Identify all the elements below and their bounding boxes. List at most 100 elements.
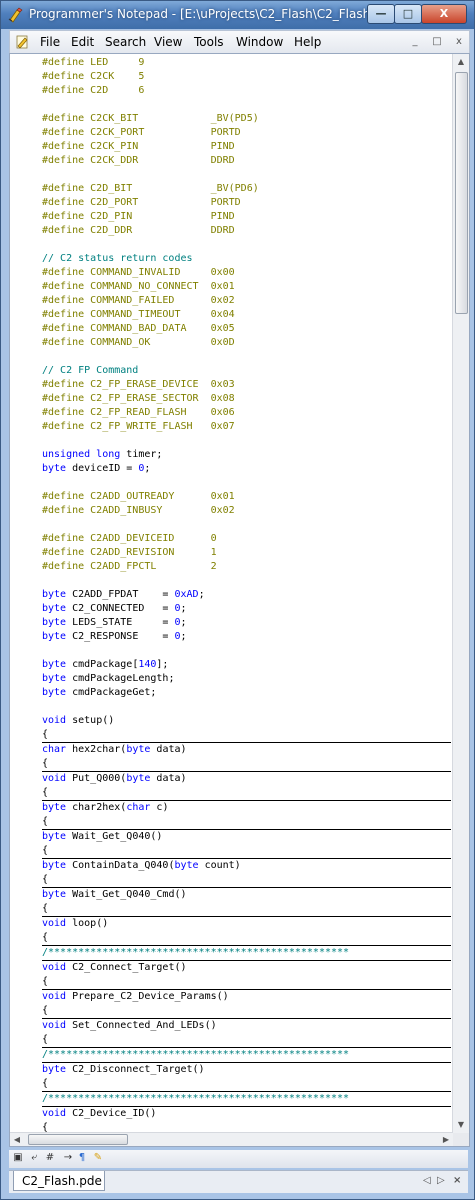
code-line[interactable] — [42, 238, 451, 252]
code-line[interactable] — [42, 350, 451, 364]
title-bar[interactable]: Programmer's Notepad - [E:\uProjects\C2_… — [1, 1, 474, 29]
code-line[interactable]: byte C2_Disconnect_Target() — [42, 1063, 451, 1077]
code-line[interactable]: #define C2CK_DDR DDRD — [42, 154, 451, 168]
horizontal-scrollbar[interactable]: ◀ ▶ — [10, 1132, 453, 1146]
code-line[interactable] — [42, 476, 451, 490]
tab-next-icon[interactable]: ▷ — [437, 1175, 445, 1186]
tab-c2-flash[interactable]: C2_Flash.pde — [13, 1171, 105, 1191]
code-line[interactable]: void C2_Connect_Target() — [42, 961, 451, 975]
code-line[interactable]: #define C2ADD_FPCTL 2 — [42, 560, 451, 574]
code-line[interactable]: #define C2D_DDR DDRD — [42, 224, 451, 238]
mdi-minimize-icon[interactable]: _ — [406, 34, 424, 49]
code-line[interactable]: void Prepare_C2_Device_Params() — [42, 990, 451, 1004]
vertical-scrollbar[interactable]: ▲ ▼ — [452, 54, 469, 1133]
code-line[interactable]: byte char2hex(char c) — [42, 801, 451, 815]
pilcrow-icon[interactable]: ¶ — [75, 1151, 89, 1165]
code-line[interactable]: #define C2ADD_INBUSY 0x02 — [42, 504, 451, 518]
code-line[interactable]: +{ — [42, 873, 451, 888]
code-line[interactable]: #define COMMAND_INVALID 0x00 — [42, 266, 451, 280]
code-line[interactable]: #define C2D_BIT _BV(PD6) — [42, 182, 451, 196]
bookmark-icon[interactable]: ⤶ — [27, 1151, 41, 1165]
code-line[interactable]: #define COMMAND_NO_CONNECT 0x01 — [42, 280, 451, 294]
code-line[interactable]: byte C2_CONNECTED = 0; — [42, 602, 451, 616]
hash-icon[interactable]: # — [43, 1151, 57, 1165]
code-line[interactable]: #define C2D 6 — [42, 84, 451, 98]
tab-close-icon[interactable]: × — [453, 1175, 461, 1186]
code-line[interactable]: #define C2_FP_READ_FLASH 0x06 — [42, 406, 451, 420]
scroll-down-icon[interactable]: ▼ — [453, 1117, 469, 1133]
code-line[interactable]: #define C2ADD_DEVICEID 0 — [42, 532, 451, 546]
mdi-restore-icon[interactable]: □ — [428, 34, 446, 49]
mdi-close-icon[interactable]: x — [450, 34, 468, 49]
code-line[interactable]: +{ — [42, 931, 451, 946]
code-line[interactable] — [42, 98, 451, 112]
code-line[interactable]: #define C2D_PIN PIND — [42, 210, 451, 224]
code-line[interactable]: +/**************************************… — [42, 1092, 451, 1107]
code-line[interactable]: byte cmdPackageLength; — [42, 672, 451, 686]
code-line[interactable]: unsigned long timer; — [42, 448, 451, 462]
code-line[interactable]: +{ — [42, 815, 451, 830]
code-line[interactable]: +{ — [42, 728, 451, 743]
code-line[interactable]: byte Wait_Get_Q040_Cmd() — [42, 888, 451, 902]
code-line[interactable]: #define C2D_PORT PORTD — [42, 196, 451, 210]
pencil-icon[interactable]: ✎ — [91, 1151, 105, 1165]
code-line[interactable]: #define COMMAND_FAILED 0x02 — [42, 294, 451, 308]
maximize-button[interactable]: □ — [394, 4, 422, 24]
code-line[interactable]: +{ — [42, 786, 451, 801]
code-line[interactable]: +{ — [42, 844, 451, 859]
code-line[interactable]: byte cmdPackageGet; — [42, 686, 451, 700]
code-line[interactable]: #define C2_FP_ERASE_SECTOR 0x08 — [42, 392, 451, 406]
code-line[interactable]: +{ — [42, 1077, 451, 1092]
menu-view[interactable]: View — [154, 35, 182, 49]
tab-prev-icon[interactable]: ◁ — [423, 1175, 431, 1186]
code-line[interactable] — [42, 700, 451, 714]
menu-file[interactable]: File — [40, 35, 60, 49]
document-icon[interactable] — [14, 34, 30, 50]
menu-tools[interactable]: Tools — [194, 35, 224, 49]
code-line[interactable] — [42, 168, 451, 182]
vertical-scroll-thumb[interactable] — [455, 72, 468, 314]
code-area[interactable]: #define LED 9 #define C2CK 5 #define C2D 6… — [42, 56, 451, 1132]
code-line[interactable]: byte C2ADD_FPDAT = 0xAD; — [42, 588, 451, 602]
code-line[interactable]: void setup() — [42, 714, 451, 728]
code-line[interactable] — [42, 644, 451, 658]
close-button[interactable]: X — [421, 4, 467, 24]
code-line[interactable]: // C2 status return codes — [42, 252, 451, 266]
code-line[interactable]: +{ — [42, 1121, 451, 1132]
code-line[interactable]: void C2_Device_ID() — [42, 1107, 451, 1121]
code-line[interactable]: void Put_Q000(byte data) — [42, 772, 451, 786]
menu-search[interactable]: Search — [105, 35, 146, 49]
code-line[interactable]: #define C2CK_BIT _BV(PD5) — [42, 112, 451, 126]
code-line[interactable]: // C2 FP Command — [42, 364, 451, 378]
code-line[interactable]: char hex2char(byte data) — [42, 743, 451, 757]
code-line[interactable] — [42, 518, 451, 532]
code-line[interactable]: #define C2CK_PIN PIND — [42, 140, 451, 154]
scroll-right-icon[interactable]: ▶ — [439, 1133, 453, 1146]
code-line[interactable]: byte LEDS_STATE = 0; — [42, 616, 451, 630]
code-line[interactable]: byte C2_RESPONSE = 0; — [42, 630, 451, 644]
minimize-button[interactable]: — — [367, 4, 395, 24]
menu-window[interactable]: Window — [236, 35, 283, 49]
code-line[interactable]: byte Wait_Get_Q040() — [42, 830, 451, 844]
code-line[interactable]: +{ — [42, 1004, 451, 1019]
code-editor[interactable]: #define LED 9 #define C2CK 5 #define C2D 6… — [9, 53, 470, 1147]
window-icon[interactable]: ▣ — [11, 1151, 25, 1165]
menu-edit[interactable]: Edit — [71, 35, 94, 49]
code-line[interactable]: +/**************************************… — [42, 946, 451, 961]
code-line[interactable]: #define COMMAND_OK 0x0D — [42, 336, 451, 350]
code-line[interactable]: #define COMMAND_TIMEOUT 0x04 — [42, 308, 451, 322]
code-line[interactable]: #define COMMAND_BAD_DATA 0x05 — [42, 322, 451, 336]
code-line[interactable]: #define C2CK 5 — [42, 70, 451, 84]
scroll-up-icon[interactable]: ▲ — [453, 54, 469, 70]
code-line[interactable]: byte deviceID = 0; — [42, 462, 451, 476]
code-line[interactable]: #define C2_FP_ERASE_DEVICE 0x03 — [42, 378, 451, 392]
code-line[interactable] — [42, 434, 451, 448]
code-line[interactable]: +{ — [42, 1033, 451, 1048]
code-line[interactable]: +{ — [42, 975, 451, 990]
code-line[interactable]: byte cmdPackage[140]; — [42, 658, 451, 672]
code-line[interactable]: +/**************************************… — [42, 1048, 451, 1063]
code-line[interactable]: #define C2ADD_OUTREADY 0x01 — [42, 490, 451, 504]
code-line[interactable]: #define C2ADD_REVISION 1 — [42, 546, 451, 560]
code-line[interactable]: #define C2_FP_WRITE_FLASH 0x07 — [42, 420, 451, 434]
menu-help[interactable]: Help — [294, 35, 321, 49]
